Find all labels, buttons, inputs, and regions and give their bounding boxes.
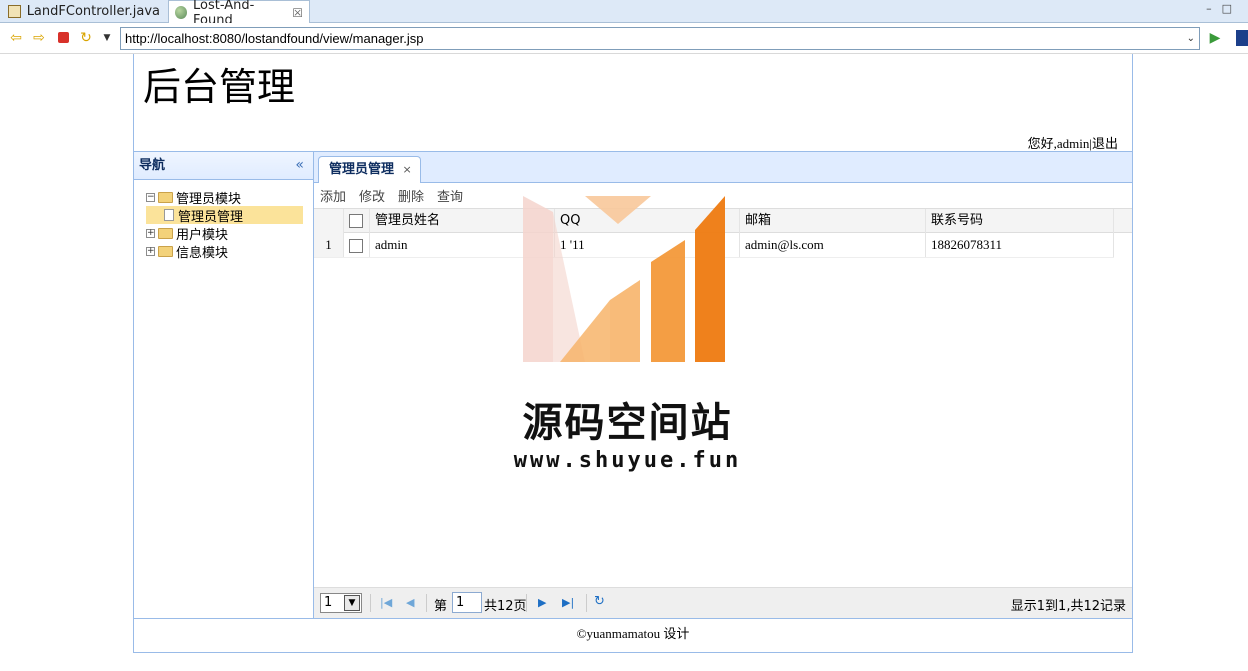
tab-lost-and-found[interactable]: Lost-And-Found ☒ [168,0,310,28]
tree-node-admin-manage[interactable]: 管理员管理 [146,206,303,225]
url-field[interactable]: http://localhost:8080/lostandfound/view/… [120,27,1200,50]
forward-icon[interactable]: ⇨ [31,30,47,46]
nav-panel-header: 导航 « [134,152,313,180]
collapse-icon[interactable]: « [295,152,304,179]
tree-node-user-module[interactable]: + 用户模块 [146,224,313,243]
window-controls[interactable]: –□ [1206,2,1242,15]
delete-button[interactable]: 删除 [398,186,424,205]
tree-node-admin-module[interactable]: − 管理员模块 [146,188,313,207]
page-prefix: 第 [434,599,448,614]
cell-phone: 18826078311 [926,233,1114,257]
column-header-phone[interactable]: 联系号码 [926,209,1114,233]
nav-panel: 导航 « − 管理员模块 管理员管理 + 用户模块 + 信息模块 [134,152,314,618]
chevron-down-icon[interactable]: ▼ [344,595,360,611]
page-number-input[interactable]: 1 [452,592,482,613]
column-header-email[interactable]: 邮箱 [740,209,926,233]
select-all-cell [344,209,370,233]
prev-page-icon[interactable]: ◀ [406,596,414,609]
tab-label: 管理员管理 [329,162,395,177]
go-icon[interactable]: ▶ [1207,30,1223,46]
tree-node-label: 用户模块 [176,227,229,243]
edit-button[interactable]: 修改 [359,186,385,205]
refresh-icon[interactable]: ↻ [594,594,605,609]
watermark-logo-icon [523,196,725,362]
stop-icon[interactable] [55,30,71,46]
url-text: http://localhost:8080/lostandfound/view/… [125,31,424,46]
folder-open-icon [158,191,173,203]
back-icon[interactable]: ⇦ [8,30,24,46]
tree-node-info-module[interactable]: + 信息模块 [146,242,313,261]
page-size-value: 1 [324,595,333,610]
collapse-node-icon[interactable]: − [146,192,155,202]
tab-close-icon[interactable]: × [403,163,412,176]
watermark-url: www.shuyue.fun [513,448,742,473]
tab-landfcontroller[interactable]: LandFController.java [2,0,166,23]
divider [526,594,527,612]
cell-email: admin@ls.com [740,233,926,257]
folder-icon [158,227,173,239]
menu-dropdown-icon[interactable]: ▼ [99,30,115,46]
url-dropdown-icon[interactable]: ⌄ [1187,28,1195,49]
nav-tree: − 管理员模块 管理员管理 + 用户模块 + 信息模块 [134,180,313,261]
page-header: 后台管理 您好,admin|退出 [134,54,1132,152]
page-title: 后台管理 [143,65,296,109]
expand-node-icon[interactable]: + [146,228,155,238]
java-file-icon [8,5,21,18]
divider [586,594,587,612]
divider [426,594,427,612]
editor-tab-strip: LandFController.java Lost-And-Found ☒ –□ [0,0,1248,28]
tab-label: LandFController.java [26,4,160,19]
file-icon [164,209,174,221]
user-greeting[interactable]: 您好,admin|退出 [1028,133,1118,152]
row-number-header [314,209,344,233]
query-button[interactable]: 查询 [437,186,463,205]
expand-node-icon[interactable]: + [146,246,155,256]
refresh-icon[interactable]: ↻ [78,30,94,46]
browser-toolbar: ⇦ ⇨ ↻ ▼ http://localhost:8080/lostandfou… [0,23,1248,54]
page-info: 显示1到1,共12记录 [1010,599,1126,614]
page-size-select[interactable]: 1 ▼ [320,593,362,613]
tab-admin-manage[interactable]: 管理员管理 × [318,156,421,183]
page-total: 共12页 [484,599,527,614]
divider [370,594,371,612]
row-select-cell [344,233,370,257]
add-button[interactable]: 添加 [320,186,346,205]
next-page-icon[interactable]: ▶ [538,596,546,609]
extension-icon[interactable] [1236,30,1248,46]
row-checkbox[interactable] [349,239,363,254]
pagination-bar: 1 ▼ |◀ ◀ 第 1 共12页 ▶ ▶| ↻ 显示1到1,共12记录 [314,587,1132,618]
globe-icon [175,6,187,19]
folder-icon [158,245,173,257]
tab-close-icon[interactable]: ☒ [292,6,303,20]
last-page-icon[interactable]: ▶| [562,596,574,609]
watermark-name: 源码空间站 [522,400,733,446]
tree-node-label: 信息模块 [176,245,229,261]
main-tab-strip: 管理员管理 × [314,152,1132,183]
watermark: 源码空间站 www.shuyue.fun [505,190,750,480]
tree-node-label: 管理员管理 [178,209,244,225]
nav-title: 导航 [139,158,166,173]
tree-node-label: 管理员模块 [176,191,242,207]
first-page-icon[interactable]: |◀ [380,596,392,609]
select-all-checkbox[interactable] [349,213,363,228]
row-number: 1 [314,233,344,257]
page-footer: ©yuanmamatou 设计 [134,618,1132,653]
